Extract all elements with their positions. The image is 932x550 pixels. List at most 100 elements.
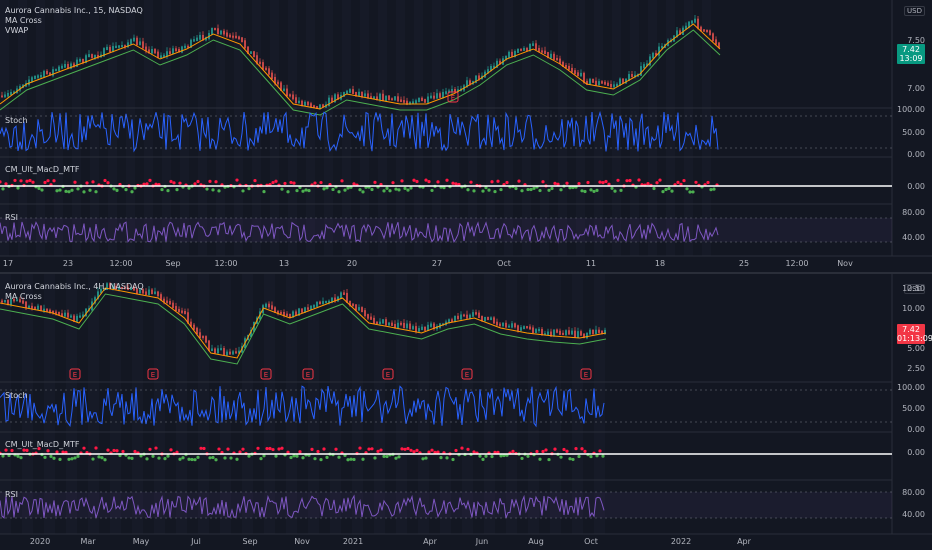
bottom-legend-symbol[interactable]: Aurora Cannabis Inc., 4H, NASDAQ <box>5 282 144 292</box>
candle-body <box>232 351 234 355</box>
macd-dot <box>571 457 575 462</box>
bottom-legend-ma-cross[interactable]: MA Cross <box>5 292 144 302</box>
candle-body <box>703 29 705 32</box>
candle-body <box>43 70 45 77</box>
macd-dot <box>241 189 245 193</box>
candle-body <box>541 50 543 53</box>
macd-dot <box>691 190 695 194</box>
top-y-price-2: 7.00 <box>907 84 925 93</box>
candle-body <box>571 330 573 335</box>
session-band <box>108 0 117 256</box>
top-legend-symbol[interactable]: Aurora Cannabis Inc., 15, NASDAQ <box>5 6 143 16</box>
macd-dot <box>382 189 386 193</box>
time-axis-label: 23 <box>62 259 74 268</box>
top-macd-label[interactable]: CM_Ult_MacD_MTF <box>5 165 79 174</box>
macd-dot <box>52 179 56 183</box>
macd-dot <box>538 457 542 461</box>
macd-dot <box>712 187 716 191</box>
candle-body <box>181 310 183 313</box>
session-band <box>450 0 459 256</box>
macd-dot <box>190 457 194 462</box>
macd-dot <box>490 454 494 459</box>
macd-dot <box>688 190 692 194</box>
candle-body <box>691 20 693 24</box>
candle-body <box>460 314 462 320</box>
macd-dot <box>493 189 497 194</box>
macd-dot <box>550 186 554 191</box>
macd-dot <box>214 458 218 462</box>
candle-body <box>253 51 255 58</box>
macd-dot <box>322 187 326 191</box>
macd-dot <box>466 188 470 192</box>
candle-body <box>361 307 363 313</box>
top-legend-ma-cross[interactable]: MA Cross <box>5 16 143 26</box>
macd-dot <box>403 447 407 451</box>
candle-body <box>166 300 168 304</box>
macd-dot <box>568 457 572 461</box>
top-chart[interactable]: E Aurora Cannabis Inc., 15, NASDAQ MA Cr… <box>0 0 932 272</box>
candle-body <box>310 103 312 108</box>
macd-dot <box>148 447 152 451</box>
macd-dot <box>346 186 350 190</box>
top-y-stoch-2: 50.00 <box>902 128 925 137</box>
top-chart-canvas[interactable]: E <box>0 0 932 272</box>
candle-body <box>604 81 606 85</box>
bottom-stoch-label[interactable]: Stoch <box>5 391 28 400</box>
candle-body <box>580 331 582 336</box>
candle-body <box>133 37 135 42</box>
candle-body <box>34 75 36 80</box>
macd-dot <box>553 181 557 185</box>
candle-body <box>88 54 90 58</box>
candle-body <box>526 326 528 329</box>
macd-dot <box>55 450 59 454</box>
macd-dot <box>472 189 476 193</box>
macd-dot <box>202 446 206 451</box>
candle-body <box>565 330 567 336</box>
macd-dot <box>37 186 41 190</box>
macd-dot <box>658 178 662 182</box>
bottom-rsi-label[interactable]: RSI <box>5 490 18 499</box>
macd-dot <box>436 180 440 184</box>
candle-body <box>505 322 507 328</box>
top-legend-vwap[interactable]: VWAP <box>5 26 143 36</box>
candle-body <box>205 336 207 343</box>
candle-body <box>226 32 228 37</box>
candle-body <box>598 81 600 86</box>
time-axis-label: Mar <box>80 537 96 546</box>
candle-body <box>577 72 579 77</box>
candle-body <box>241 37 243 43</box>
candle-body <box>340 292 342 299</box>
macd-dot <box>163 457 167 461</box>
macd-dot <box>667 186 671 191</box>
top-currency-badge[interactable]: USD <box>904 6 925 16</box>
macd-dot <box>43 455 47 459</box>
macd-dot <box>613 189 617 193</box>
macd-dot <box>70 188 74 192</box>
bottom-chart-canvas[interactable]: EEEEEEE <box>0 274 932 550</box>
macd-dot <box>604 179 608 184</box>
candle-body <box>415 100 417 104</box>
macd-dot <box>598 449 602 453</box>
candle-body <box>514 323 516 328</box>
macd-dot <box>10 448 14 453</box>
macd-dot <box>514 186 518 191</box>
candle-body <box>553 53 555 60</box>
macd-dot <box>49 454 53 458</box>
session-band <box>702 0 711 256</box>
bottom-chart[interactable]: E E E E E E E Aurora Cannabis Inc., 4H, NASDAQ… <box>0 274 932 550</box>
top-rsi-label[interactable]: RSI <box>5 213 18 222</box>
macd-dot <box>349 457 353 461</box>
macd-dot <box>235 178 239 182</box>
candle-body <box>589 329 591 335</box>
macd-dot <box>91 457 95 461</box>
candle-body <box>424 326 426 331</box>
macd-dot <box>94 446 98 450</box>
macd-dot <box>280 187 284 191</box>
top-y-stoch-3: 0.00 <box>907 150 925 159</box>
macd-dot <box>601 454 605 458</box>
macd-dot <box>40 188 44 192</box>
bottom-macd-label[interactable]: CM_Ult_MacD_MTF <box>5 440 79 449</box>
macd-dot <box>286 190 290 194</box>
top-stoch-label[interactable]: Stoch <box>5 116 28 125</box>
macd-dot <box>181 456 185 460</box>
